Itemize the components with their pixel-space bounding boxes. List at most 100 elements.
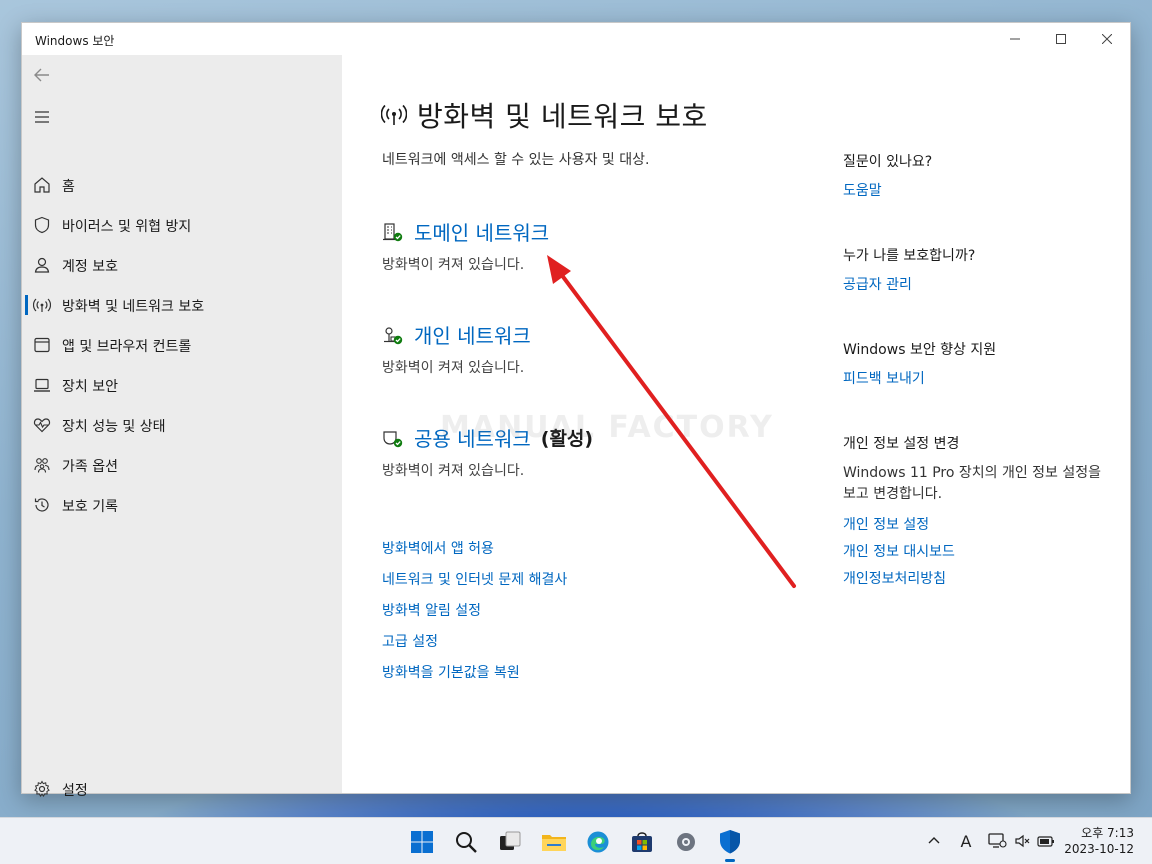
volume-tray-button[interactable] [1013,831,1033,851]
laptop-icon [34,378,50,392]
domain-network-status: 방화벽이 켜져 있습니다. [382,257,525,273]
privacy-settings-link[interactable]: 개인 정보 설정 [843,514,1103,534]
chevron-up-icon [928,837,940,844]
gear-icon [34,780,50,798]
public-network-icon [383,430,403,447]
sidebar-item-virus-protection[interactable]: 바이러스 및 위협 방지 [22,205,342,245]
private-network-link[interactable]: 개인 네트워크 [414,320,531,349]
minimize-icon [1010,38,1020,40]
wifi-broadcast-icon [381,104,407,125]
wifi-broadcast-icon [33,298,51,312]
notification-settings-link[interactable]: 방화벽 알림 설정 [382,600,481,620]
back-button[interactable] [32,65,52,85]
improve-section: Windows 보안 향상 지원 피드백 보내기 [843,339,1103,388]
private-network-icon [384,326,403,344]
watermark: MANUAL FACTORY [440,410,774,445]
gear-icon [677,833,695,851]
windows-logo-icon [411,831,433,853]
edge-icon [587,831,609,853]
sidebar-item-settings[interactable]: 설정 [22,769,342,809]
sidebar-item-firewall[interactable]: 방화벽 및 네트워크 보호 [22,285,342,325]
restore-defaults-link[interactable]: 방화벽을 기본값을 복원 [382,662,520,682]
domain-building-icon [383,222,403,241]
sidebar-item-protection-history[interactable]: 보호 기록 [22,485,342,525]
page-subtitle: 네트워크에 액세스 할 수 있는 사용자 및 대상. [382,152,650,168]
windows-security-window: Windows 보안 홈 바이러스 및 위협 방지 계정 보호 방화벽 및 네트… [21,22,1131,799]
arrow-left-icon [34,68,49,82]
clock-time: 오후 7:13 [1081,826,1134,840]
input-method-indicator[interactable]: A [956,831,976,851]
settings-app-button[interactable] [670,826,702,858]
app-window-icon [34,337,50,353]
settings-label: 설정 [62,783,88,799]
task-view-icon [500,831,521,850]
title-bar: Windows 보안 [22,23,1130,55]
public-network-status: 방화벽이 켜져 있습니다. [382,463,525,479]
private-network-section: 개인 네트워크 방화벽이 켜져 있습니다. [382,320,802,377]
window-title: Windows 보안 [35,34,115,48]
sidebar-item-label: 앱 및 브라우저 컨트롤 [62,339,192,355]
maximize-icon [1056,34,1066,44]
task-view-button[interactable] [494,826,526,858]
sidebar-item-device-health[interactable]: 장치 성능 및 상태 [22,405,342,445]
privacy-heading: 개인 정보 설정 변경 [843,436,960,452]
hamburger-icon [35,111,49,123]
sidebar-item-label: 바이러스 및 위협 방지 [62,219,192,235]
help-section: 질문이 있나요? 도움말 [843,151,1103,200]
sidebar-item-label: 계정 보호 [62,259,118,275]
maximize-button[interactable] [1038,23,1084,55]
search-button[interactable] [450,826,482,858]
family-icon [34,458,50,473]
system-clock[interactable]: 오후 7:13 2023-10-12 [1064,825,1134,857]
allow-app-link[interactable]: 방화벽에서 앱 허용 [382,538,494,558]
search-icon [456,832,477,853]
sidebar-item-app-browser-control[interactable]: 앱 및 브라우저 컨트롤 [22,325,342,365]
page-header: 방화벽 및 네트워크 보호 [381,95,708,135]
sidebar-item-account-protection[interactable]: 계정 보호 [22,245,342,285]
file-explorer-button[interactable] [538,826,570,858]
help-link[interactable]: 도움말 [843,180,1103,200]
taskbar: A 오후 7:13 2023-10-12 [0,817,1152,864]
sidebar-item-device-security[interactable]: 장치 보안 [22,365,342,405]
sidebar-item-label: 장치 성능 및 상태 [62,419,166,435]
feedback-link[interactable]: 피드백 보내기 [843,368,1103,388]
battery-tray-button[interactable] [1036,831,1056,851]
sidebar-item-label: 가족 옵션 [62,459,118,475]
show-hidden-icons-button[interactable] [924,831,944,851]
shield-icon [34,216,50,234]
home-icon [34,177,50,193]
privacy-statement-link[interactable]: 개인정보처리방침 [843,568,1103,588]
close-button[interactable] [1084,23,1130,55]
speaker-muted-icon [1015,834,1030,848]
person-icon [34,257,50,273]
menu-button[interactable] [32,107,52,127]
private-network-status: 방화벽이 켜져 있습니다. [382,360,525,376]
help-heading: 질문이 있나요? [843,154,933,170]
shield-icon [720,830,740,854]
sidebar-item-label: 홈 [62,179,75,195]
sidebar: 홈 바이러스 및 위협 방지 계정 보호 방화벽 및 네트워크 보호 앱 및 브… [22,55,342,799]
sidebar-item-home[interactable]: 홈 [22,165,342,205]
privacy-section: 개인 정보 설정 변경 Windows 11 Pro 장치의 개인 정보 설정을… [843,433,1103,588]
advanced-settings-link[interactable]: 고급 설정 [382,631,438,651]
sidebar-item-family-options[interactable]: 가족 옵션 [22,445,342,485]
domain-network-link[interactable]: 도메인 네트워크 [414,217,549,246]
edge-browser-button[interactable] [582,826,614,858]
windows-security-taskbar-button[interactable] [714,826,746,862]
privacy-description: Windows 11 Pro 장치의 개인 정보 설정을 보고 변경합니다. [843,465,1102,502]
sidebar-item-label: 보호 기록 [62,499,118,515]
minimize-button[interactable] [992,23,1038,55]
network-tray-button[interactable] [987,831,1007,851]
protect-heading: 누가 나를 보호합니까? [843,248,976,264]
privacy-dashboard-link[interactable]: 개인 정보 대시보드 [843,541,1103,561]
start-button[interactable] [406,826,438,858]
domain-network-section: 도메인 네트워크 방화벽이 켜져 있습니다. [382,217,802,274]
store-button[interactable] [626,826,658,858]
battery-icon [1037,836,1054,847]
heart-pulse-icon [33,418,51,433]
sidebar-item-label: 장치 보안 [62,379,118,395]
protect-section: 누가 나를 보호합니까? 공급자 관리 [843,245,1103,294]
manage-providers-link[interactable]: 공급자 관리 [843,274,1103,294]
troubleshooter-link[interactable]: 네트워크 및 인터넷 문제 해결사 [382,569,567,589]
folder-icon [542,835,566,851]
